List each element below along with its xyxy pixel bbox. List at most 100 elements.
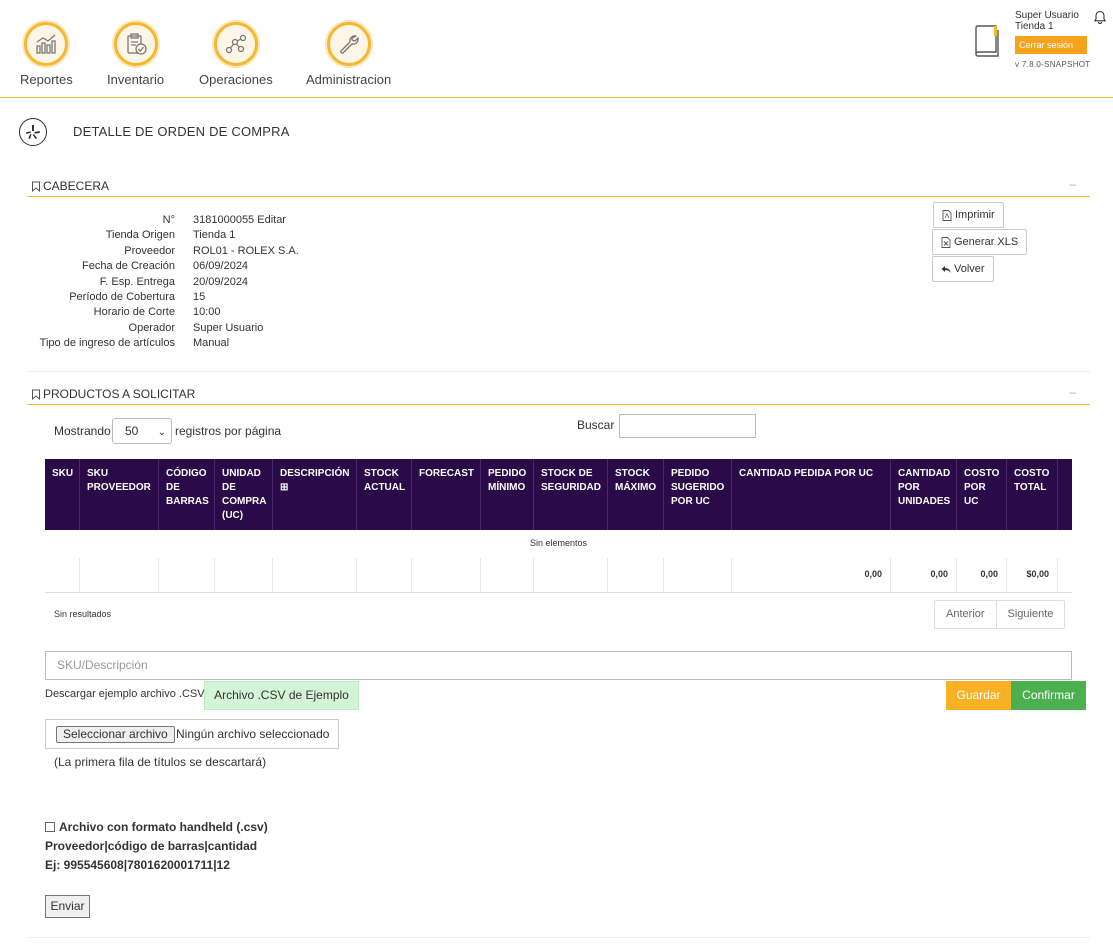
collapse-icon[interactable]: –: [1069, 177, 1076, 191]
field-value: Manual: [193, 337, 230, 350]
field-label: Proveedor: [124, 244, 175, 257]
table-cell: [608, 558, 664, 592]
nav-administracion[interactable]: Administracion: [306, 22, 391, 87]
table-cell: [664, 558, 732, 592]
column-header[interactable]: PEDIDO SUGERIDO POR UC: [664, 459, 732, 530]
field-value: 3181000055 Editar: [193, 214, 286, 226]
handheld-label: Archivo con formato handheld (.csv): [59, 820, 268, 834]
field-label: Operador: [128, 321, 175, 334]
field-row: Tipo de ingreso de artículos Manual: [27, 336, 299, 351]
user-store: Tienda 1: [1015, 21, 1054, 32]
nav-operaciones[interactable]: Operaciones: [199, 22, 273, 87]
pagination: Anterior Siguiente: [934, 600, 1066, 629]
field-value: Super Usuario: [193, 321, 264, 334]
file-note: (La primera fila de títulos se descartar…: [54, 755, 267, 769]
send-button[interactable]: Enviar: [45, 895, 90, 918]
table-cell: [215, 558, 273, 592]
field-value: ROL01 - ROLEX S.A.: [193, 244, 299, 257]
select-file-button[interactable]: Seleccionar archivo: [56, 726, 175, 743]
field-label: Tipo de ingreso de artículos: [39, 337, 175, 350]
table-cell: [534, 558, 608, 592]
total-costo-uc: 0,00: [957, 558, 1007, 592]
print-button[interactable]: Imprimir: [933, 202, 1004, 228]
page-title: DETALLE DE ORDEN DE COMPRA: [73, 124, 290, 139]
excel-file-icon: [941, 236, 951, 248]
search-label: Buscar: [577, 418, 615, 432]
csv-example-button[interactable]: Archivo .CSV de Ejemplo: [204, 681, 359, 710]
section-title: PRODUCTOS A SOLICITAR: [43, 387, 196, 401]
save-button[interactable]: Guardar: [946, 681, 1011, 710]
table-cell: [412, 558, 481, 592]
file-input: Seleccionar archivo Ningún archivo selec…: [45, 719, 339, 749]
collapse-icon[interactable]: –: [1069, 385, 1076, 399]
no-results-label: Sin resultados: [54, 609, 112, 619]
field-row: Período de Cobertura 15: [27, 290, 299, 305]
back-button[interactable]: Volver: [932, 256, 994, 282]
confirm-button[interactable]: Confirmar: [1011, 681, 1086, 710]
field-label: Período de Cobertura: [69, 290, 175, 303]
column-header[interactable]: COSTO TOTAL: [1007, 459, 1058, 530]
table-cell: [80, 558, 159, 592]
search-input[interactable]: [619, 414, 756, 438]
column-header[interactable]: CANTIDAD PEDIDA POR UC: [732, 459, 891, 530]
handheld-option[interactable]: Archivo con formato handheld (.csv): [45, 820, 268, 834]
table-cell: [481, 558, 534, 592]
section-title: CABECERA: [43, 179, 110, 193]
logout-button[interactable]: Cerrar sesión: [1015, 36, 1087, 54]
column-header[interactable]: DESCRIPCIÓN ⊞: [273, 459, 357, 530]
productos-section-header[interactable]: PRODUCTOS A SOLICITAR –: [27, 383, 1090, 405]
nav-label: Inventario: [107, 72, 165, 87]
total-cantidad-unidades: 0,00: [891, 558, 957, 592]
field-value: 15: [193, 290, 206, 303]
field-row: Proveedor ROL01 - ROLEX S.A.: [27, 244, 299, 259]
table-header: SKU SKU PROVEEDOR CÓDIGO DE BARRAS UNIDA…: [45, 459, 1072, 530]
book-icon[interactable]: [972, 24, 1002, 58]
user-name: Super Usuario: [1015, 10, 1079, 21]
column-header[interactable]: PEDIDO MÍNIMO: [481, 459, 534, 530]
table-cell: [45, 558, 80, 592]
column-header[interactable]: UNIDAD DE COMPRA (UC): [215, 459, 273, 530]
column-header[interactable]: SKU PROVEEDOR: [80, 459, 159, 530]
field-row: F. Esp. Entrega 20/09/2024: [27, 275, 299, 290]
cabecera-fields: N° 3181000055 Editar Tienda Origen Tienda …: [27, 213, 299, 352]
table-cell: [357, 558, 412, 592]
no-file-label: Ningún archivo seleccionado: [176, 727, 330, 741]
column-header[interactable]: CÓDIGO DE BARRAS: [159, 459, 215, 530]
field-row: N° 3181000055 Editar: [27, 213, 299, 228]
column-header[interactable]: STOCK ACTUAL: [357, 459, 412, 530]
sku-search-input[interactable]: SKU/Descripción: [45, 651, 1072, 680]
table-cell: [159, 558, 215, 592]
column-header[interactable]: CANTIDAD POR UNIDADES: [891, 459, 957, 530]
nav-label: Operaciones: [199, 72, 273, 87]
handheld-checkbox[interactable]: [45, 822, 55, 832]
table-cell: [273, 558, 357, 592]
nav-label: Reportes: [20, 72, 73, 87]
divider: [27, 371, 1090, 372]
chevron-down-icon: ⌄: [157, 427, 166, 438]
top-nav: Reportes Inventario Operaciones Administ…: [0, 0, 1113, 98]
next-page-button[interactable]: Siguiente: [995, 601, 1065, 628]
field-row: Operador Super Usuario: [27, 321, 299, 336]
generate-xls-button[interactable]: Generar XLS: [932, 229, 1028, 255]
field-label: Fecha de Creación: [82, 260, 175, 273]
column-header[interactable]: STOCK MÁXIMO: [608, 459, 664, 530]
field-value: Tienda 1: [193, 229, 236, 242]
column-header[interactable]: FORECAST: [412, 459, 481, 530]
column-header[interactable]: SKU: [45, 459, 80, 530]
page-size-select[interactable]: 50 ⌄: [112, 418, 172, 444]
prev-page-button[interactable]: Anterior: [935, 601, 996, 628]
pdf-file-icon: [942, 209, 952, 221]
field-label: Horario de Corte: [93, 306, 175, 319]
empty-table-message: Sin elementos: [529, 538, 588, 548]
csv-download-label: Descargar ejemplo archivo .CSV: [45, 688, 205, 700]
column-header[interactable]: COSTO POR UC: [957, 459, 1007, 530]
nav-reportes[interactable]: Reportes: [20, 22, 73, 87]
nav-label: Administracion: [306, 72, 392, 87]
nodes-icon: [213, 22, 258, 66]
nav-inventario[interactable]: Inventario: [107, 22, 164, 87]
handheld-format: Proveedor|código de barras|cantidad: [45, 839, 258, 853]
bell-icon[interactable]: [1093, 10, 1107, 24]
cabecera-section-header[interactable]: CABECERA –: [27, 175, 1090, 197]
showing-label: Mostrando: [54, 424, 111, 438]
column-header[interactable]: STOCK DE SEGURIDAD: [534, 459, 608, 530]
